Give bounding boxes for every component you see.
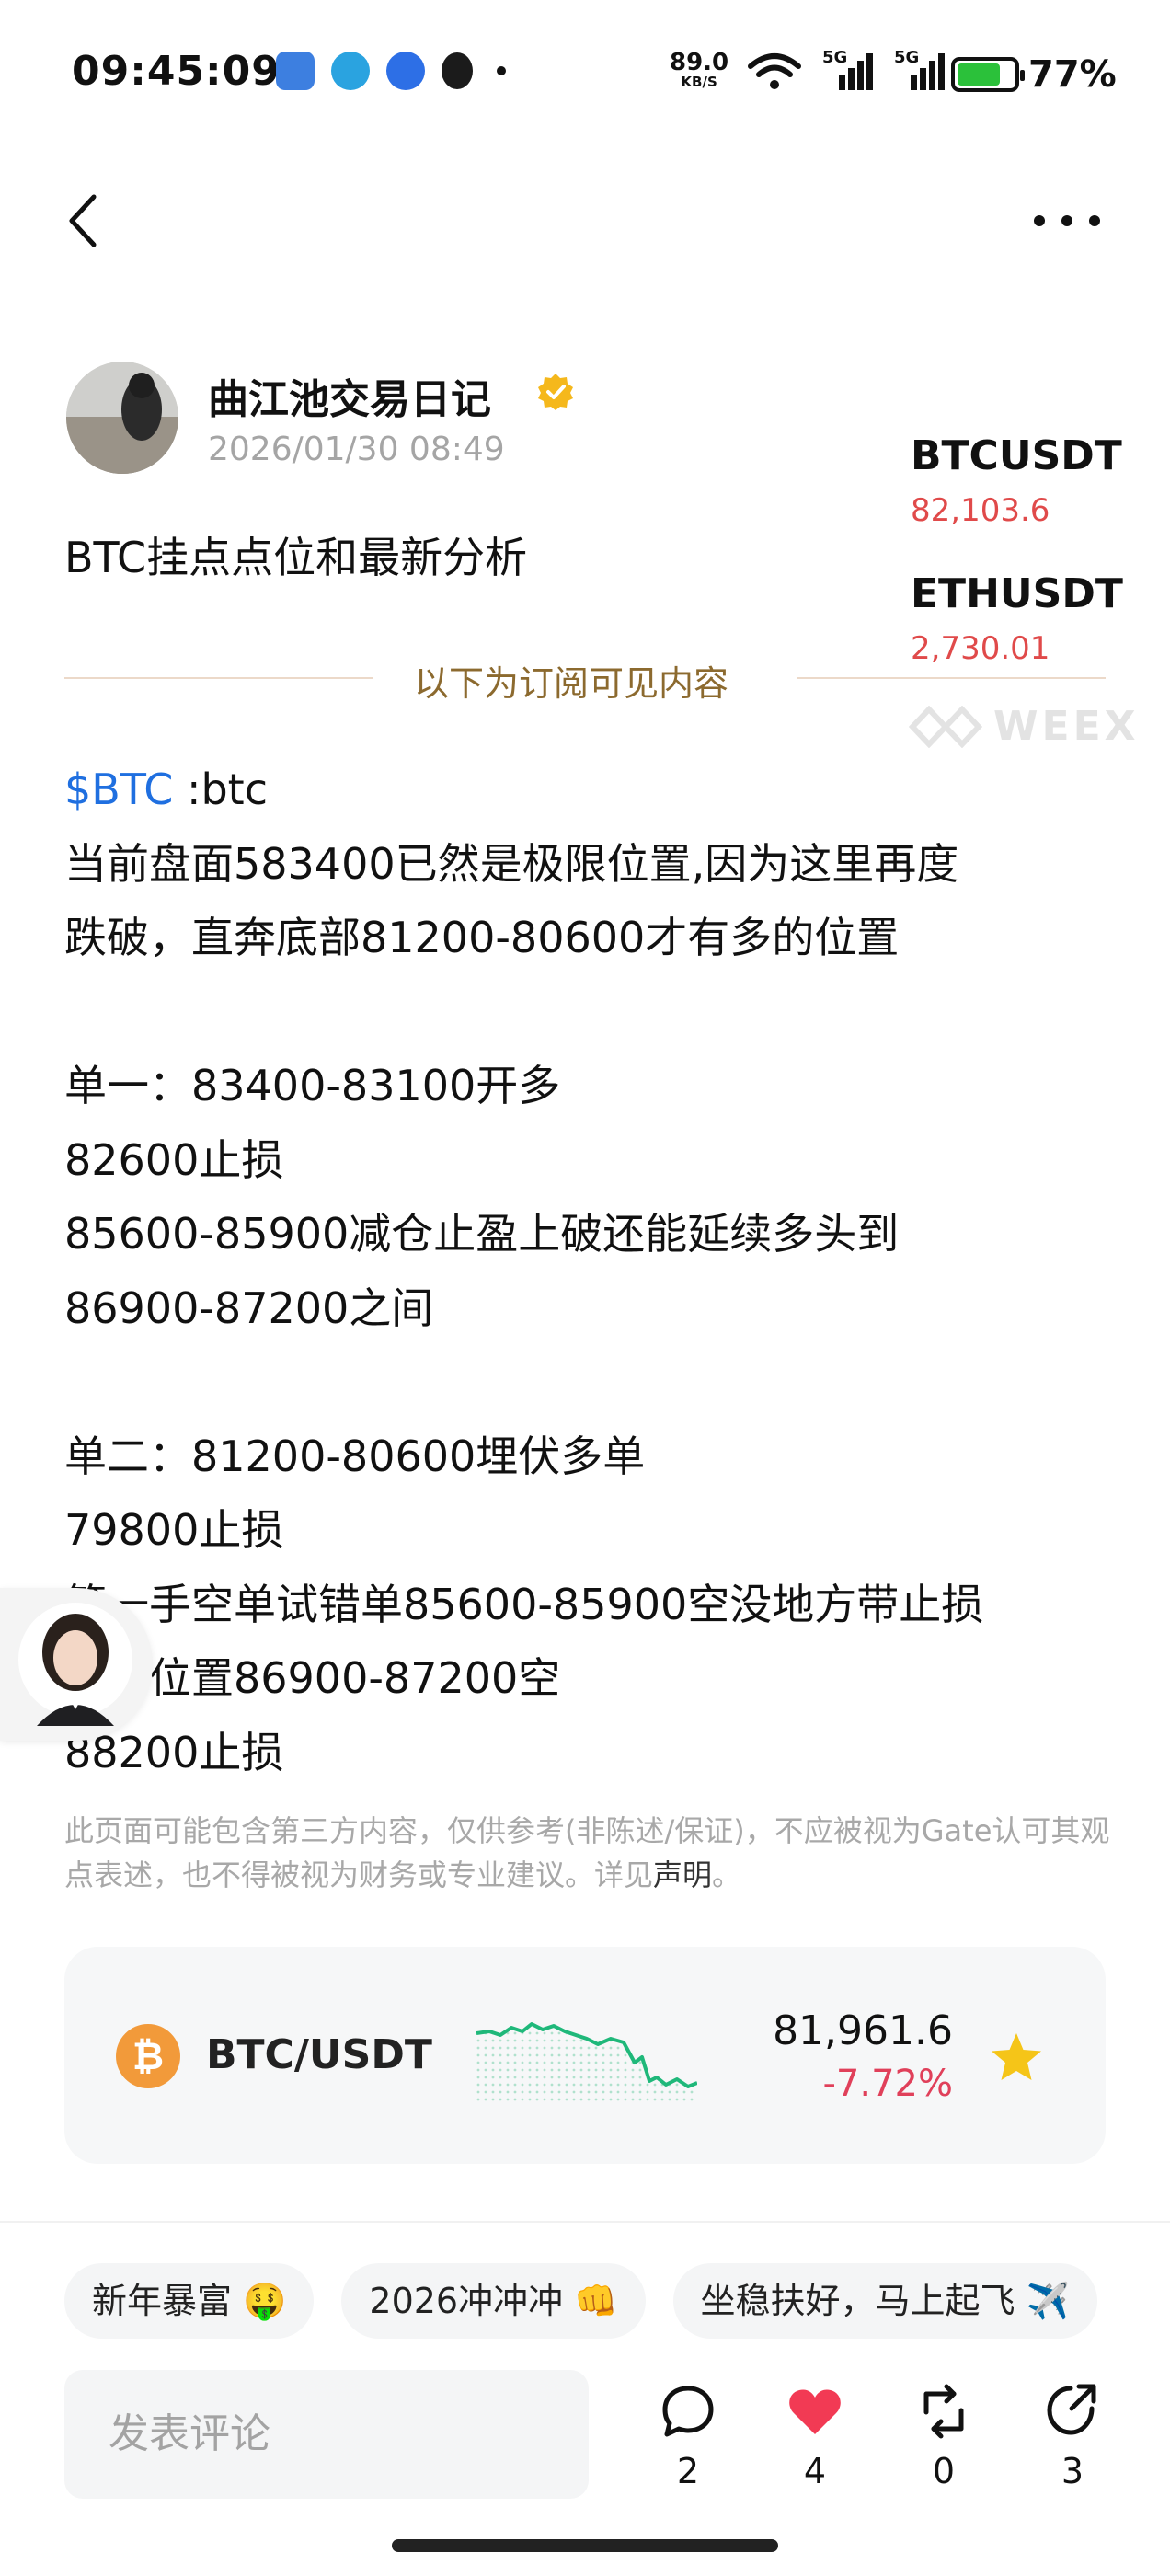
notification-dot bbox=[497, 66, 506, 75]
cloud-app-icon bbox=[386, 52, 425, 90]
post-date: 2026/01/30 08:49 bbox=[208, 431, 505, 468]
weex-text: WEEX bbox=[993, 703, 1140, 750]
chevron-left-icon bbox=[69, 194, 97, 247]
coin-tag-suffix: :btc bbox=[173, 765, 269, 814]
like-button[interactable]: 4 bbox=[769, 2381, 861, 2491]
ticker-eth[interactable]: ETHUSDT 2,730.01 bbox=[911, 570, 1150, 667]
price-sparkline bbox=[476, 2022, 697, 2105]
share-count: 3 bbox=[1061, 2451, 1084, 2491]
home-indicator[interactable] bbox=[392, 2539, 778, 2552]
status-bar: 09:45:09 89.0 KB/S 5G 5G 77% bbox=[0, 0, 1170, 147]
comment-icon bbox=[662, 2386, 714, 2437]
post-title: BTC挂点点位和最新分析 bbox=[64, 533, 528, 582]
map-app-icon bbox=[276, 52, 315, 90]
battery: 77% bbox=[951, 53, 1117, 96]
market-change: -7.72% bbox=[822, 2063, 953, 2105]
weex-watermark: WEEX bbox=[909, 703, 1140, 750]
market-price: 81,961.6 bbox=[773, 2007, 953, 2054]
topic-chip[interactable]: 坐稳扶好，马上起飞 ✈️ bbox=[672, 2263, 1097, 2339]
net-speed: 89.0 KB/S bbox=[670, 49, 729, 90]
verified-badge-icon bbox=[538, 374, 573, 410]
avatar-image bbox=[66, 362, 178, 474]
subscription-divider-label: 以下为订阅可见内容 bbox=[414, 663, 729, 704]
repost-button[interactable]: 0 bbox=[898, 2381, 990, 2491]
post-body: $BTC :btc 当前盘面583400已然是极限位置,因为这里再度 跌破，直奔… bbox=[64, 753, 1113, 1789]
wifi-icon bbox=[748, 53, 801, 89]
author-name[interactable]: 曲江池交易日记 bbox=[208, 366, 491, 425]
market-pair: BTC/USDT bbox=[206, 2031, 432, 2078]
more-button[interactable] bbox=[1030, 193, 1104, 248]
bitcoin-icon: ₿ bbox=[116, 2024, 180, 2088]
topic-chip[interactable]: 新年暴富 🤑 bbox=[64, 2263, 315, 2339]
floating-assistant-avatar[interactable] bbox=[0, 1588, 153, 1741]
third-party-disclaimer: 此页面可能包含第三方内容，仅供参考(非陈述/保证)，不应被视为Gate认可其观点… bbox=[64, 1809, 1122, 1897]
divider-left bbox=[64, 677, 373, 679]
ticker-price: 2,730.01 bbox=[911, 630, 1050, 667]
heart-icon bbox=[789, 2389, 841, 2434]
section-separator bbox=[0, 2221, 1170, 2223]
like-count: 4 bbox=[803, 2451, 827, 2491]
signal-group: 5G 5G bbox=[747, 48, 946, 92]
assistant-avatar-image bbox=[18, 1603, 132, 1726]
weex-logo-icon bbox=[909, 705, 982, 748]
status-app-icons bbox=[276, 52, 506, 90]
battery-icon bbox=[951, 57, 1025, 92]
status-time: 09:45:09 bbox=[72, 48, 281, 95]
signal-1-icon: 5G bbox=[822, 48, 874, 92]
qq-icon bbox=[442, 52, 473, 89]
share-icon bbox=[1047, 2384, 1096, 2435]
comment-button[interactable]: 2 bbox=[642, 2381, 734, 2491]
disclaimer-link[interactable]: 声明 bbox=[653, 1857, 712, 1892]
signal-2-icon: 5G bbox=[894, 48, 946, 92]
author-avatar[interactable] bbox=[66, 362, 178, 474]
disclaimer-end: 。 bbox=[712, 1857, 742, 1892]
net-speed-value: 89.0 bbox=[670, 49, 729, 76]
telegram-icon bbox=[331, 52, 370, 90]
ticker-price: 82,103.6 bbox=[911, 492, 1050, 529]
post-body-text: 当前盘面583400已然是极限位置,因为这里再度 跌破，直奔底部81200-80… bbox=[64, 838, 984, 1777]
repost-count: 0 bbox=[932, 2451, 956, 2491]
topic-chip[interactable]: 2026冲冲冲 👊 bbox=[341, 2263, 646, 2339]
battery-percent: 77% bbox=[1028, 53, 1117, 96]
repost-icon bbox=[923, 2384, 964, 2439]
share-button[interactable]: 3 bbox=[1027, 2381, 1118, 2491]
ticker-btc[interactable]: BTCUSDT 82,103.6 bbox=[911, 432, 1150, 529]
ticker-symbol: ETHUSDT bbox=[911, 570, 1123, 617]
comment-input[interactable]: 发表评论 bbox=[64, 2370, 589, 2499]
coin-tag-link[interactable]: $BTC bbox=[64, 765, 173, 814]
market-card[interactable]: ₿ BTC/USDT 81,961.6 -7.72% bbox=[64, 1947, 1106, 2164]
back-button[interactable] bbox=[61, 184, 107, 258]
comment-count: 2 bbox=[676, 2451, 700, 2491]
star-icon[interactable] bbox=[988, 2030, 1045, 2087]
disclaimer-text: 此页面可能包含第三方内容，仅供参考(非陈述/保证)，不应被视为Gate认可其观点… bbox=[64, 1813, 1110, 1892]
more-dots-icon bbox=[1034, 215, 1100, 226]
divider-right bbox=[797, 677, 1106, 679]
ticker-symbol: BTCUSDT bbox=[911, 432, 1122, 479]
topic-chips: 新年暴富 🤑 2026冲冲冲 👊 坐稳扶好，马上起飞 ✈️ bbox=[64, 2263, 1097, 2339]
